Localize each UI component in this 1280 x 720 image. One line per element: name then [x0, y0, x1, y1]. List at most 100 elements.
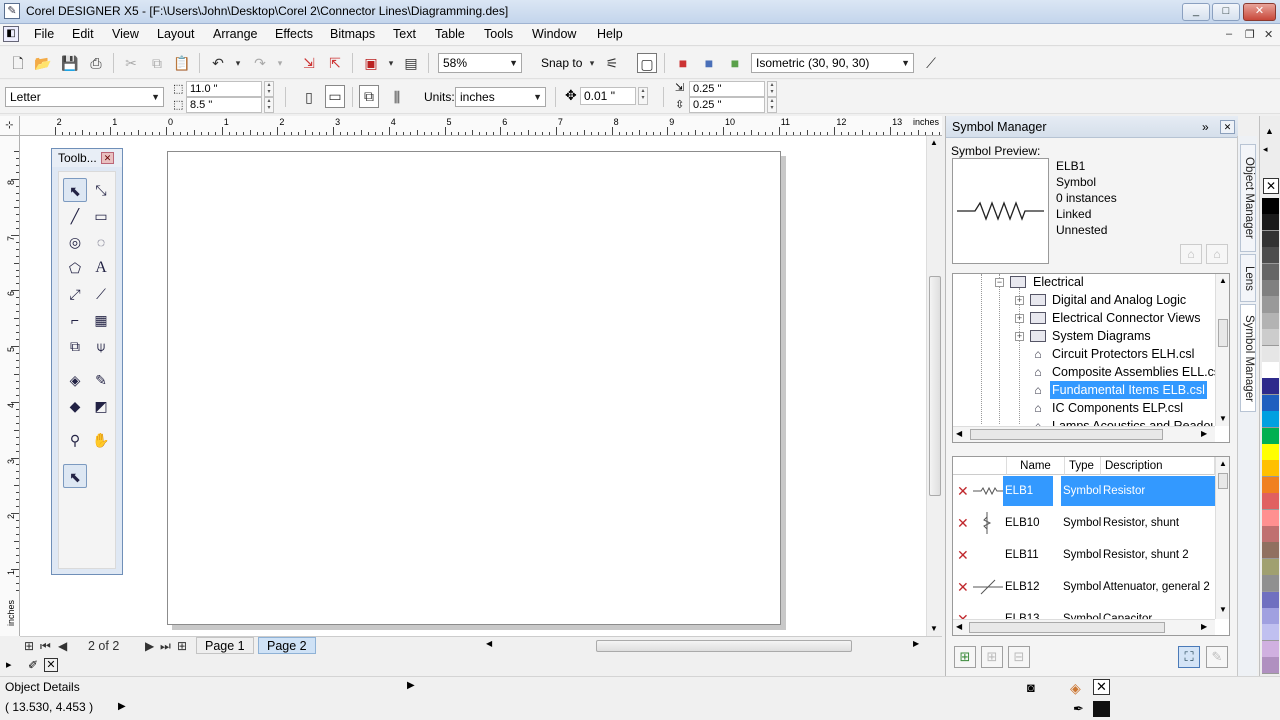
- dimension-tool-icon[interactable]: ⤢: [63, 282, 87, 306]
- vertical-ruler[interactable]: 8 7 6 5 4 3 2 1 inches: [0, 136, 20, 636]
- page-height-input[interactable]: 8.5 ": [186, 97, 262, 113]
- save-icon[interactable]: 💾: [60, 53, 80, 73]
- scroll-thumb[interactable]: [969, 622, 1165, 633]
- color-swatch[interactable]: [1262, 558, 1279, 576]
- scroll-right-icon[interactable]: ▶: [1201, 429, 1207, 438]
- outline-color-swatch[interactable]: [1093, 701, 1110, 717]
- add-library-icon[interactable]: ⊞: [981, 646, 1003, 668]
- snap-to-button[interactable]: Snap to: [541, 56, 582, 70]
- fill-tool-icon[interactable]: ◆: [63, 394, 87, 418]
- scroll-thumb[interactable]: [970, 429, 1163, 440]
- redo-icon[interactable]: ↷: [250, 53, 270, 73]
- scroll-down-icon[interactable]: ▼: [1219, 414, 1227, 423]
- export-icon[interactable]: ⇱: [325, 53, 345, 73]
- current-page-icon[interactable]: ⫼: [387, 87, 407, 107]
- app-icon[interactable]: ✎: [4, 3, 20, 19]
- tree-item-digital-analog[interactable]: + Digital and Analog Logic: [953, 291, 1215, 309]
- connector-tool-icon[interactable]: ⌐: [63, 308, 87, 332]
- projection-select[interactable]: Isometric (30, 90, 30) ▼: [751, 53, 914, 73]
- table-tool-icon[interactable]: ▦: [89, 308, 113, 332]
- collapse-docker-icon[interactable]: »: [1202, 120, 1209, 134]
- expand-icon[interactable]: +: [1015, 314, 1024, 323]
- no-color-swatch-icon[interactable]: ✕: [1263, 178, 1279, 194]
- nudge-distance-input[interactable]: 0.01 ": [580, 87, 636, 105]
- units-select[interactable]: inches ▼: [455, 87, 546, 107]
- menu-arrange[interactable]: Arrange: [213, 27, 257, 41]
- symbol-row-elb13[interactable]: ✕ ELB13 Symbol Capacitor: [953, 604, 1215, 619]
- duplicate-x-input[interactable]: 0.25 ": [689, 81, 765, 97]
- column-header-description[interactable]: Description: [1101, 457, 1215, 475]
- zoom-to-symbol-icon[interactable]: ⛶: [1178, 646, 1200, 668]
- duplicate-y-spinner[interactable]: ▴ ▾: [767, 97, 777, 113]
- height-spinner[interactable]: ▴ ▾: [264, 97, 274, 113]
- scroll-right-icon[interactable]: ▶: [1201, 622, 1207, 631]
- menu-bitmaps[interactable]: Bitmaps: [330, 27, 375, 41]
- undo-dropdown-icon[interactable]: ▾: [228, 53, 248, 73]
- expand-icon[interactable]: +: [1015, 296, 1024, 305]
- cube-blue-icon[interactable]: ■: [699, 53, 719, 73]
- text-tool-icon[interactable]: A: [89, 256, 113, 280]
- symbol-row-elb1[interactable]: ✕ ELB1 Symbol Resistor: [953, 476, 1215, 508]
- color-swatch[interactable]: [1262, 526, 1279, 543]
- palette-menu-icon[interactable]: ◂: [1263, 144, 1268, 155]
- new-library-icon[interactable]: ⊞: [954, 646, 976, 668]
- remove-library-icon[interactable]: ⊟: [1008, 646, 1030, 668]
- tree-item-ic-components[interactable]: ⌂ IC Components ELP.csl: [953, 399, 1215, 417]
- scroll-up-icon[interactable]: ▲: [1219, 276, 1227, 285]
- polygon-tool-icon[interactable]: ⬠: [63, 256, 87, 280]
- import-icon[interactable]: ⇲: [299, 53, 319, 73]
- page-canvas[interactable]: [167, 151, 781, 625]
- docker-title[interactable]: Symbol Manager: [946, 116, 1238, 138]
- scroll-right-icon[interactable]: ▶: [913, 639, 919, 648]
- ruler-origin-icon[interactable]: ⊹: [0, 116, 20, 136]
- first-page-icon[interactable]: ⏮: [40, 638, 51, 654]
- tree-item-fundamental-items[interactable]: ⌂ Fundamental Items ELB.csl: [953, 381, 1215, 399]
- symbol-list-vertical-scrollbar[interactable]: ▲ ▼: [1215, 457, 1229, 619]
- menu-help[interactable]: Help: [597, 27, 623, 41]
- scroll-thumb[interactable]: [1218, 319, 1228, 347]
- redo-dropdown-icon[interactable]: ▾: [270, 53, 290, 73]
- color-swatch[interactable]: [1262, 509, 1279, 527]
- previous-page-icon[interactable]: ◀: [58, 638, 67, 654]
- color-swatch[interactable]: [1262, 247, 1279, 265]
- maximize-button[interactable]: □: [1212, 3, 1240, 21]
- undo-icon[interactable]: ↶: [208, 53, 228, 73]
- no-fill-swatch-icon[interactable]: ✕: [1093, 679, 1110, 695]
- width-spinner[interactable]: ▴ ▾: [264, 81, 274, 97]
- color-swatch[interactable]: [1262, 214, 1279, 232]
- color-swatch[interactable]: [1262, 411, 1279, 429]
- line-tool-icon[interactable]: ╱: [63, 204, 87, 228]
- options-icon[interactable]: ⚟: [602, 53, 622, 73]
- interactive-fill-icon[interactable]: ◩: [89, 394, 113, 418]
- horizontal-ruler[interactable]: 2 1 0 1 2 3 4 5 6 7 8 9 10 11 12 13 inches: [20, 116, 942, 136]
- scroll-left-icon[interactable]: ◀: [486, 639, 492, 648]
- dropper-tool-icon[interactable]: ⍦: [89, 334, 113, 358]
- color-swatch[interactable]: [1262, 608, 1279, 625]
- next-page-icon[interactable]: ▶: [145, 638, 154, 654]
- column-header-thumb[interactable]: [953, 457, 1007, 475]
- color-swatch[interactable]: [1262, 493, 1279, 511]
- pin-icon[interactable]: ✐: [28, 658, 38, 672]
- tree-horizontal-scrollbar[interactable]: ◀ ▶: [953, 426, 1215, 442]
- select-tool-icon[interactable]: ⬉: [63, 464, 87, 488]
- print-icon[interactable]: ⎙: [86, 53, 106, 73]
- color-swatch[interactable]: [1262, 460, 1279, 478]
- all-pages-icon[interactable]: ⧉: [359, 85, 379, 108]
- fill-bucket-icon[interactable]: ◈: [1070, 680, 1081, 697]
- scroll-up-icon[interactable]: ▲: [1219, 459, 1227, 468]
- collapse-icon[interactable]: −: [995, 278, 1004, 287]
- color-swatch[interactable]: [1262, 591, 1279, 609]
- scroll-down-icon[interactable]: ▼: [1219, 605, 1227, 614]
- tree-item-composite-assemblies[interactable]: ⌂ Composite Assemblies ELL.csl: [953, 363, 1223, 381]
- menu-tools[interactable]: Tools: [484, 27, 513, 41]
- open-folder-icon[interactable]: 📂: [33, 53, 53, 73]
- document-icon[interactable]: ◧: [3, 26, 19, 42]
- color-swatch[interactable]: [1262, 230, 1279, 248]
- color-swatch[interactable]: [1262, 378, 1279, 396]
- duplicate-x-spinner[interactable]: ▴ ▾: [767, 81, 777, 97]
- copy-icon[interactable]: ⧉: [147, 53, 167, 73]
- coordinates-menu-icon[interactable]: ▶: [118, 701, 126, 712]
- scroll-left-icon[interactable]: ◀: [956, 429, 962, 438]
- symbol-list-horizontal-scrollbar[interactable]: ◀ ▶: [953, 619, 1215, 635]
- cube-green-icon[interactable]: ■: [725, 53, 745, 73]
